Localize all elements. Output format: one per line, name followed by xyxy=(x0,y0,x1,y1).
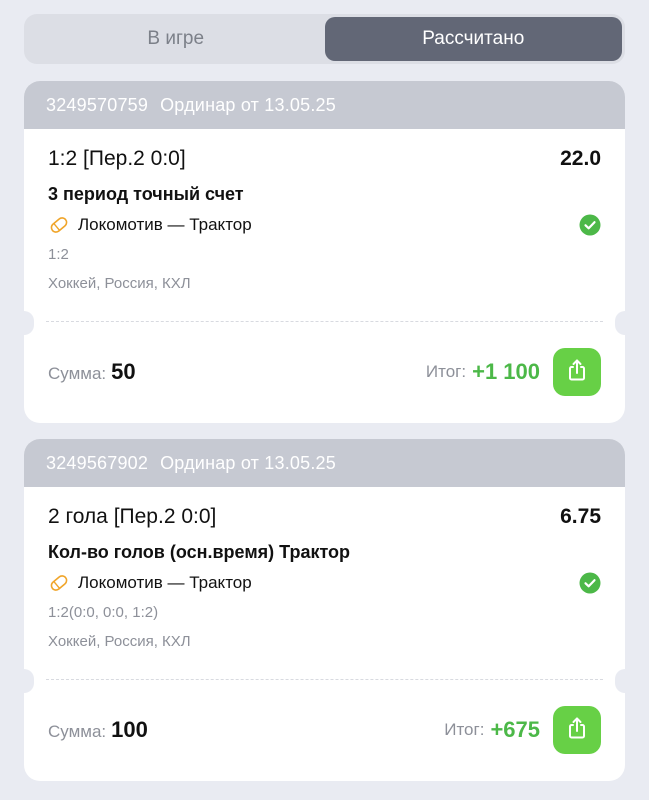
league-info: Хоккей, Россия, КХЛ xyxy=(48,275,191,292)
stake-label: Сумма: xyxy=(48,722,107,741)
result-value: +1 100 xyxy=(472,359,540,384)
bet-pick: 2 гола [Пер.2 0:0] xyxy=(48,505,217,528)
check-circle-icon xyxy=(579,572,601,594)
ticket-notch-left xyxy=(14,311,34,335)
bet-card[interactable]: 3249567902 Ординар от 13.05.25 2 гола [П… xyxy=(14,439,635,781)
hockey-puck-icon xyxy=(48,572,70,594)
bet-card-footer: Сумма: 100 Итог: +675 xyxy=(24,679,625,781)
match-score: 1:2(0:0, 0:0, 1:2) xyxy=(48,604,159,621)
bet-id: 3249570759 xyxy=(46,94,149,115)
league-info: Хоккей, Россия, КХЛ xyxy=(48,633,191,650)
bet-card[interactable]: 3249570759 Ординар от 13.05.25 1:2 [Пер.… xyxy=(14,81,635,423)
share-button[interactable] xyxy=(553,706,601,754)
event-name: Локомотив — Трактор xyxy=(78,573,252,592)
result-value: +675 xyxy=(490,717,540,742)
share-icon xyxy=(566,358,588,387)
bet-type-date: Ординар от 13.05.25 xyxy=(160,452,336,473)
result-label: Итог: xyxy=(444,720,485,739)
stake-label: Сумма: xyxy=(48,364,107,383)
ticket-notch-right xyxy=(615,311,635,335)
status-segmented-control: В игре Рассчитано xyxy=(24,14,625,64)
bet-odds: 6.75 xyxy=(560,505,601,528)
bet-id: 3249567902 xyxy=(46,452,149,473)
ticket-notch-left xyxy=(14,669,34,693)
bet-market: Кол-во голов (осн.время) Трактор xyxy=(48,542,351,562)
match-score: 1:2 xyxy=(48,246,69,263)
share-icon xyxy=(566,716,588,745)
bet-card-header: 3249570759 Ординар от 13.05.25 xyxy=(24,81,625,129)
dashed-divider xyxy=(46,321,603,322)
dashed-divider xyxy=(46,679,603,680)
bet-pick: 1:2 [Пер.2 0:0] xyxy=(48,147,186,170)
bet-type-date: Ординар от 13.05.25 xyxy=(160,94,336,115)
share-button[interactable] xyxy=(553,348,601,396)
stake-value: 50 xyxy=(111,359,136,384)
stake-value: 100 xyxy=(111,717,148,742)
hockey-puck-icon xyxy=(48,214,70,236)
tab-in-play[interactable]: В игре xyxy=(27,17,325,61)
bet-history-screen: В игре Рассчитано 3249570759 Ординар от … xyxy=(0,0,649,800)
event-name: Локомотив — Трактор xyxy=(78,215,252,234)
bet-card-footer: Сумма: 50 Итог: +1 100 xyxy=(24,321,625,423)
tab-settled[interactable]: Рассчитано xyxy=(324,17,622,61)
bet-card-header: 3249567902 Ординар от 13.05.25 xyxy=(24,439,625,487)
bet-card-body: 1:2 [Пер.2 0:0] 22.0 3 период точный сче… xyxy=(14,129,635,335)
check-circle-icon xyxy=(579,214,601,236)
bet-market: 3 период точный счет xyxy=(48,184,244,204)
bet-card-body: 2 гола [Пер.2 0:0] 6.75 Кол-во голов (ос… xyxy=(14,487,635,693)
ticket-notch-right xyxy=(615,669,635,693)
bet-odds: 22.0 xyxy=(560,147,601,170)
result-label: Итог: xyxy=(425,362,467,381)
